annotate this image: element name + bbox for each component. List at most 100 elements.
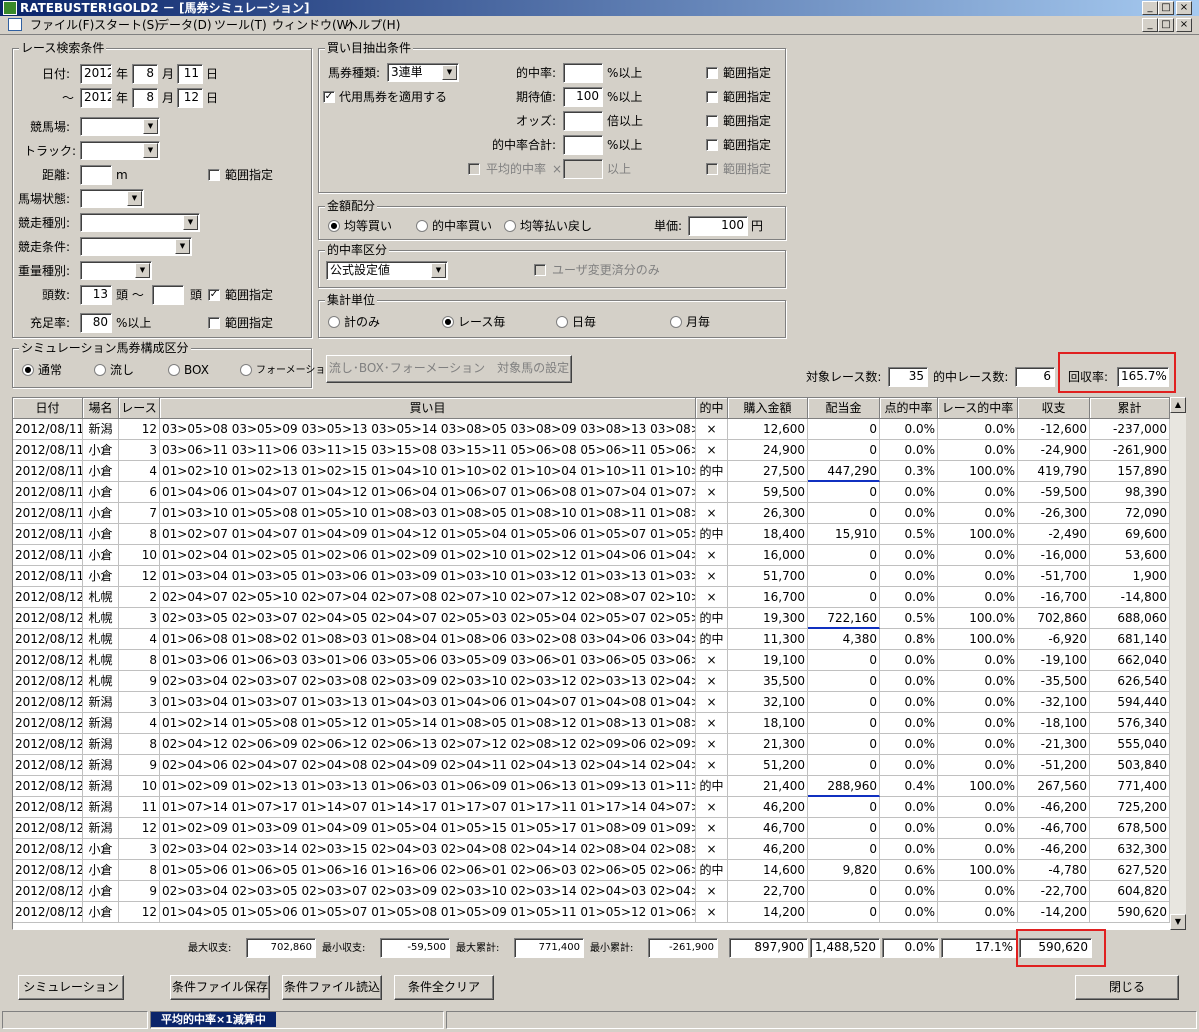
mdi-restore-button[interactable]: □	[1158, 18, 1174, 32]
maximize-button[interactable]: □	[1158, 1, 1174, 15]
clear-conditions-button[interactable]: 条件全クリア	[394, 975, 494, 1000]
col-cumulative[interactable]: 累計	[1090, 398, 1170, 419]
mdi-minimize-button[interactable]: _	[1142, 18, 1158, 32]
odds-range-checkbox[interactable]	[706, 115, 718, 127]
table-row[interactable]: 2012/08/12 札幌 3 02>03>05 02>03>07 02>04>05 …	[13, 608, 1173, 629]
date-to-day[interactable]: 12	[177, 88, 203, 108]
avg-input[interactable]	[563, 159, 603, 179]
col-hit[interactable]: 的中	[696, 398, 728, 419]
table-row[interactable]: 2012/08/12 小倉 8 01>05>06 01>06>05 01>06>16 …	[13, 860, 1173, 881]
distance-range-checkbox[interactable]	[208, 169, 220, 181]
per-day-radio[interactable]	[556, 316, 568, 328]
scroll-down-icon[interactable]: ▼	[1170, 914, 1186, 930]
col-venue[interactable]: 場名	[83, 398, 119, 419]
table-row[interactable]: 2012/08/12 新潟 10 01>02>09 01>02>13 01>03>13…	[13, 776, 1173, 797]
equal-buy-radio[interactable]: ●	[328, 220, 340, 232]
condition-select[interactable]: ▼	[80, 189, 144, 208]
total-only-radio[interactable]	[328, 316, 340, 328]
table-row[interactable]: 2012/08/12 小倉 12 01>04>05 01>05>06 01>05>07…	[13, 902, 1173, 923]
menu-data[interactable]: データ(D)	[157, 17, 212, 34]
mdi-close-button[interactable]: ×	[1176, 18, 1192, 32]
substitute-checkbox[interactable]: ✓	[323, 91, 335, 103]
nagashi-radio[interactable]	[94, 364, 106, 376]
table-row[interactable]: 2012/08/11 小倉 6 01>04>06 01>04>07 01>04>12 …	[13, 482, 1173, 503]
date-to-year[interactable]: 2012	[80, 88, 112, 108]
per-race-radio[interactable]: ●	[442, 316, 454, 328]
col-payout[interactable]: 配当金	[808, 398, 880, 419]
equal-payout-radio[interactable]	[504, 220, 516, 232]
minimize-button[interactable]: _	[1142, 1, 1158, 15]
table-row[interactable]: 2012/08/12 新潟 4 01>02>14 01>05>08 01>05>12 …	[13, 713, 1173, 734]
unit-price-input[interactable]: 100	[688, 216, 748, 236]
normal-radio[interactable]: ●	[22, 364, 34, 376]
venue-select[interactable]: ▼	[80, 117, 160, 136]
hit-sum-range-checkbox[interactable]	[706, 139, 718, 151]
hit-rate-input[interactable]	[563, 63, 603, 83]
formation-setting-button[interactable]: 流し･BOX･フォーメーション 対象馬の設定	[326, 355, 572, 383]
menu-help[interactable]: ヘルプ(H)	[346, 17, 400, 34]
date-to-month[interactable]: 8	[132, 88, 158, 108]
table-row[interactable]: 2012/08/11 新潟 12 03>05>08 03>05>09 03>05>13…	[13, 419, 1173, 440]
hit-rate-buy-radio[interactable]	[416, 220, 428, 232]
table-row[interactable]: 2012/08/11 小倉 4 01>02>10 01>02>13 01>02>15 …	[13, 461, 1173, 482]
menu-window[interactable]: ウィンドウ(W)	[272, 17, 353, 34]
menu-file[interactable]: ファイル(F)	[30, 17, 94, 34]
fill-input[interactable]: 80	[80, 313, 112, 333]
per-month-radio[interactable]	[670, 316, 682, 328]
document-icon[interactable]	[8, 18, 22, 31]
expect-input[interactable]: 100	[563, 87, 603, 107]
race-type-select[interactable]: ▼	[80, 213, 200, 232]
date-from-day[interactable]: 11	[177, 64, 203, 84]
hit-class-select[interactable]: 公式設定値 ▼	[326, 261, 448, 280]
close-window-button[interactable]: ×	[1176, 1, 1192, 15]
heads-range-checkbox[interactable]: ✓	[208, 289, 220, 301]
weight-select[interactable]: ▼	[80, 261, 152, 280]
fill-range-checkbox[interactable]	[208, 317, 220, 329]
table-row[interactable]: 2012/08/11 小倉 3 03>06>11 03>11>06 03>11>15 …	[13, 440, 1173, 461]
col-balance[interactable]: 収支	[1018, 398, 1090, 419]
formation-radio[interactable]	[240, 364, 252, 376]
scroll-up-icon[interactable]: ▲	[1170, 397, 1186, 413]
date-from-month[interactable]: 8	[132, 64, 158, 84]
track-select[interactable]: ▼	[80, 141, 160, 160]
table-row[interactable]: 2012/08/12 小倉 3 02>03>04 02>03>14 02>03>15 …	[13, 839, 1173, 860]
menu-tools[interactable]: ツール(T)	[214, 17, 267, 34]
table-row[interactable]: 2012/08/12 新潟 12 01>02>09 01>03>09 01>04>09…	[13, 818, 1173, 839]
hit-sum-input[interactable]	[563, 135, 603, 155]
table-row[interactable]: 2012/08/12 札幌 4 01>06>08 01>08>02 01>08>03 …	[13, 629, 1173, 650]
close-button[interactable]: 閉じる	[1075, 975, 1179, 1000]
col-race[interactable]: レース	[119, 398, 160, 419]
table-row[interactable]: 2012/08/12 新潟 8 02>04>12 02>06>09 02>06>12 …	[13, 734, 1173, 755]
table-row[interactable]: 2012/08/12 札幌 8 01>03>06 01>06>03 03>01>06 …	[13, 650, 1173, 671]
odds-input[interactable]	[563, 111, 603, 131]
hit-rate-range-checkbox[interactable]	[706, 67, 718, 79]
user-only-checkbox[interactable]	[534, 264, 546, 276]
table-row[interactable]: 2012/08/11 小倉 10 01>02>04 01>02>05 01>02>06…	[13, 545, 1173, 566]
expect-range-checkbox[interactable]	[706, 91, 718, 103]
table-row[interactable]: 2012/08/11 小倉 7 01>03>10 01>05>08 01>05>10 …	[13, 503, 1173, 524]
table-row[interactable]: 2012/08/12 新潟 11 01>07>14 01>07>17 01>14>07…	[13, 797, 1173, 818]
box-radio[interactable]	[168, 364, 180, 376]
date-from-year[interactable]: 2012	[80, 64, 112, 84]
menu-start[interactable]: スタート(S)	[94, 17, 159, 34]
col-date[interactable]: 日付	[13, 398, 83, 419]
table-row[interactable]: 2012/08/12 新潟 9 02>04>06 02>04>07 02>04>08 …	[13, 755, 1173, 776]
simulation-button[interactable]: シミュレーション	[18, 975, 124, 1000]
col-point-rate[interactable]: 点的中率	[880, 398, 938, 419]
table-row[interactable]: 2012/08/11 小倉 8 01>02>07 01>04>07 01>04>09 …	[13, 524, 1173, 545]
bet-type-select[interactable]: 3連単 ▼	[387, 63, 459, 82]
results-table[interactable]: 日付 場名 レース 買い目 的中 購入金額 配当金 点的中率 レース的中率 収支…	[12, 397, 1186, 930]
avg-range-checkbox[interactable]	[706, 163, 718, 175]
table-scrollbar[interactable]: ▲ ▼	[1170, 397, 1186, 930]
col-purchase[interactable]: 購入金額	[728, 398, 808, 419]
table-row[interactable]: 2012/08/11 小倉 12 01>03>04 01>03>05 01>03>06…	[13, 566, 1173, 587]
table-row[interactable]: 2012/08/12 札幌 9 02>03>04 02>03>07 02>03>08 …	[13, 671, 1173, 692]
table-row[interactable]: 2012/08/12 新潟 3 01>03>04 01>03>07 01>03>13 …	[13, 692, 1173, 713]
heads-to-input[interactable]	[152, 285, 184, 305]
load-conditions-button[interactable]: 条件ファイル読込	[282, 975, 382, 1000]
save-conditions-button[interactable]: 条件ファイル保存	[170, 975, 270, 1000]
distance-input[interactable]	[80, 165, 112, 185]
col-bets[interactable]: 買い目	[160, 398, 696, 419]
table-row[interactable]: 2012/08/12 札幌 2 02>04>07 02>05>10 02>07>04 …	[13, 587, 1173, 608]
heads-from-input[interactable]: 13	[80, 285, 112, 305]
